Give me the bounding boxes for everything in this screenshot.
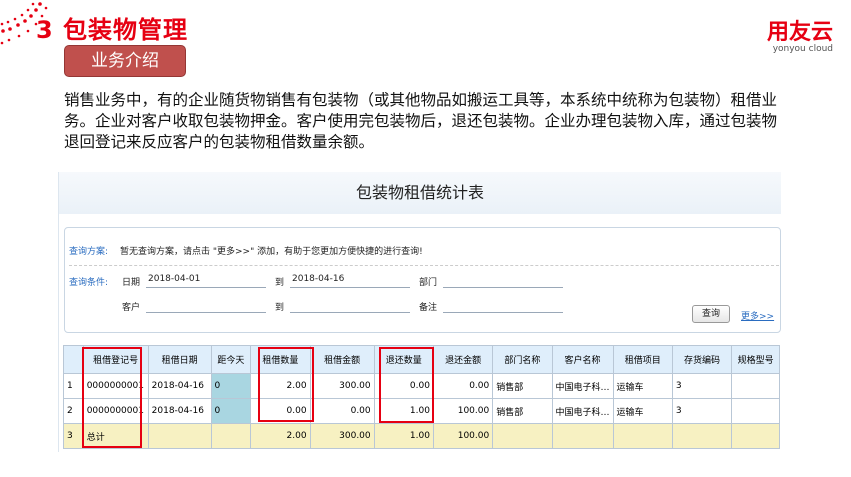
table-cell: 2 <box>63 398 84 424</box>
table-cell: 中国电子科… <box>551 398 614 424</box>
date-label: 日期 <box>122 278 141 288</box>
date-from-input[interactable]: 2018-04-01 <box>146 274 266 288</box>
table-cell: 1.00 <box>373 423 434 449</box>
customer-to-input[interactable] <box>290 299 410 313</box>
table-cell: 300.00 <box>309 373 375 399</box>
table-cell <box>731 398 780 424</box>
logo-en: yonyou cloud <box>772 44 833 54</box>
scheme-label: 查询方案: <box>69 247 109 257</box>
table-cell: 2018-04-16 <box>147 373 212 399</box>
highlight-reg-no <box>82 347 142 448</box>
table-cell: 0 <box>210 398 252 424</box>
highlight-rent-qty <box>258 347 314 422</box>
dept-input[interactable] <box>443 274 563 288</box>
table-cell: 3 <box>671 373 733 399</box>
customer-label: 客户 <box>122 303 141 313</box>
column-header[interactable]: 租借金额 <box>309 345 375 374</box>
table-cell: 3 <box>63 423 84 449</box>
report-title: 包装物租借统计表 <box>59 172 781 214</box>
condition-label: 查询条件: <box>69 278 109 288</box>
column-header[interactable]: 租借日期 <box>147 345 212 374</box>
table-cell: 0.00 <box>309 398 375 424</box>
table-cell <box>551 423 614 449</box>
remark-label: 备注 <box>419 303 438 313</box>
column-header[interactable]: 存货编码 <box>671 345 733 374</box>
total-row[interactable]: 3 总计 2.00 300.00 1.00 100.00 <box>63 423 780 449</box>
column-header[interactable]: 规格型号 <box>731 345 780 374</box>
table-cell: 销售部 <box>492 373 553 399</box>
customer-from-input[interactable] <box>146 299 266 313</box>
table-cell <box>210 423 252 449</box>
table-cell: 100.00 <box>432 423 494 449</box>
table-cell: 0.00 <box>432 373 494 399</box>
table-cell: 运输车 <box>612 373 673 399</box>
table-cell <box>492 423 553 449</box>
yonyou-logo: 用友云 yonyou cloud <box>767 14 833 54</box>
query-box: 查询方案: 暂无查询方案，请点击 "更多>>" 添加，有助于您更加方便快捷的进行… <box>64 227 781 333</box>
column-header[interactable]: 距今天 <box>210 345 252 374</box>
date-to-value: 2018-04-16 <box>292 274 345 284</box>
table-cell <box>671 423 733 449</box>
table-cell <box>731 373 780 399</box>
date-to-input[interactable]: 2018-04-16 <box>290 274 410 288</box>
report-panel: 包装物租借统计表 查询方案: 暂无查询方案，请点击 "更多>>" 添加，有助于您… <box>58 172 781 452</box>
slide-title: 3 包装物管理 <box>36 16 189 44</box>
section-label: 业务介绍 <box>64 45 186 77</box>
table-cell: 2018-04-16 <box>147 398 212 424</box>
table-cell: 300.00 <box>309 423 375 449</box>
table-cell: 0 <box>210 373 252 399</box>
highlight-return-qty <box>379 347 434 423</box>
table-cell: 3 <box>671 398 733 424</box>
table-cell <box>731 423 780 449</box>
column-header[interactable]: 租借项目 <box>612 345 673 374</box>
column-header[interactable] <box>63 345 84 374</box>
query-button[interactable]: 查询 <box>692 305 730 323</box>
description: 销售业务中，有的企业随货物销售有包装物（或其他物品如搬运工具等，本系统中统称为包… <box>64 91 778 151</box>
table-cell: 销售部 <box>492 398 553 424</box>
to-label: 到 <box>275 278 285 288</box>
dept-label: 部门 <box>419 278 438 288</box>
logo-cn: 用友云 <box>766 20 833 45</box>
table-cell <box>147 423 212 449</box>
more-link[interactable]: 更多>> <box>741 309 774 322</box>
date-from-value: 2018-04-01 <box>148 274 201 284</box>
table-cell: 2.00 <box>250 423 311 449</box>
column-header[interactable]: 退还金额 <box>432 345 494 374</box>
remark-input[interactable] <box>443 299 563 313</box>
table-cell: 1 <box>63 373 84 399</box>
scheme-text: 暂无查询方案，请点击 "更多>>" 添加，有助于您更加方便快捷的进行查询! <box>120 247 423 257</box>
table-cell: 运输车 <box>612 398 673 424</box>
table-cell: 100.00 <box>432 398 494 424</box>
table-cell <box>612 423 673 449</box>
column-header[interactable]: 客户名称 <box>551 345 614 374</box>
column-header[interactable]: 部门名称 <box>492 345 553 374</box>
to-label-2: 到 <box>275 303 285 313</box>
table-cell: 中国电子科… <box>551 373 614 399</box>
